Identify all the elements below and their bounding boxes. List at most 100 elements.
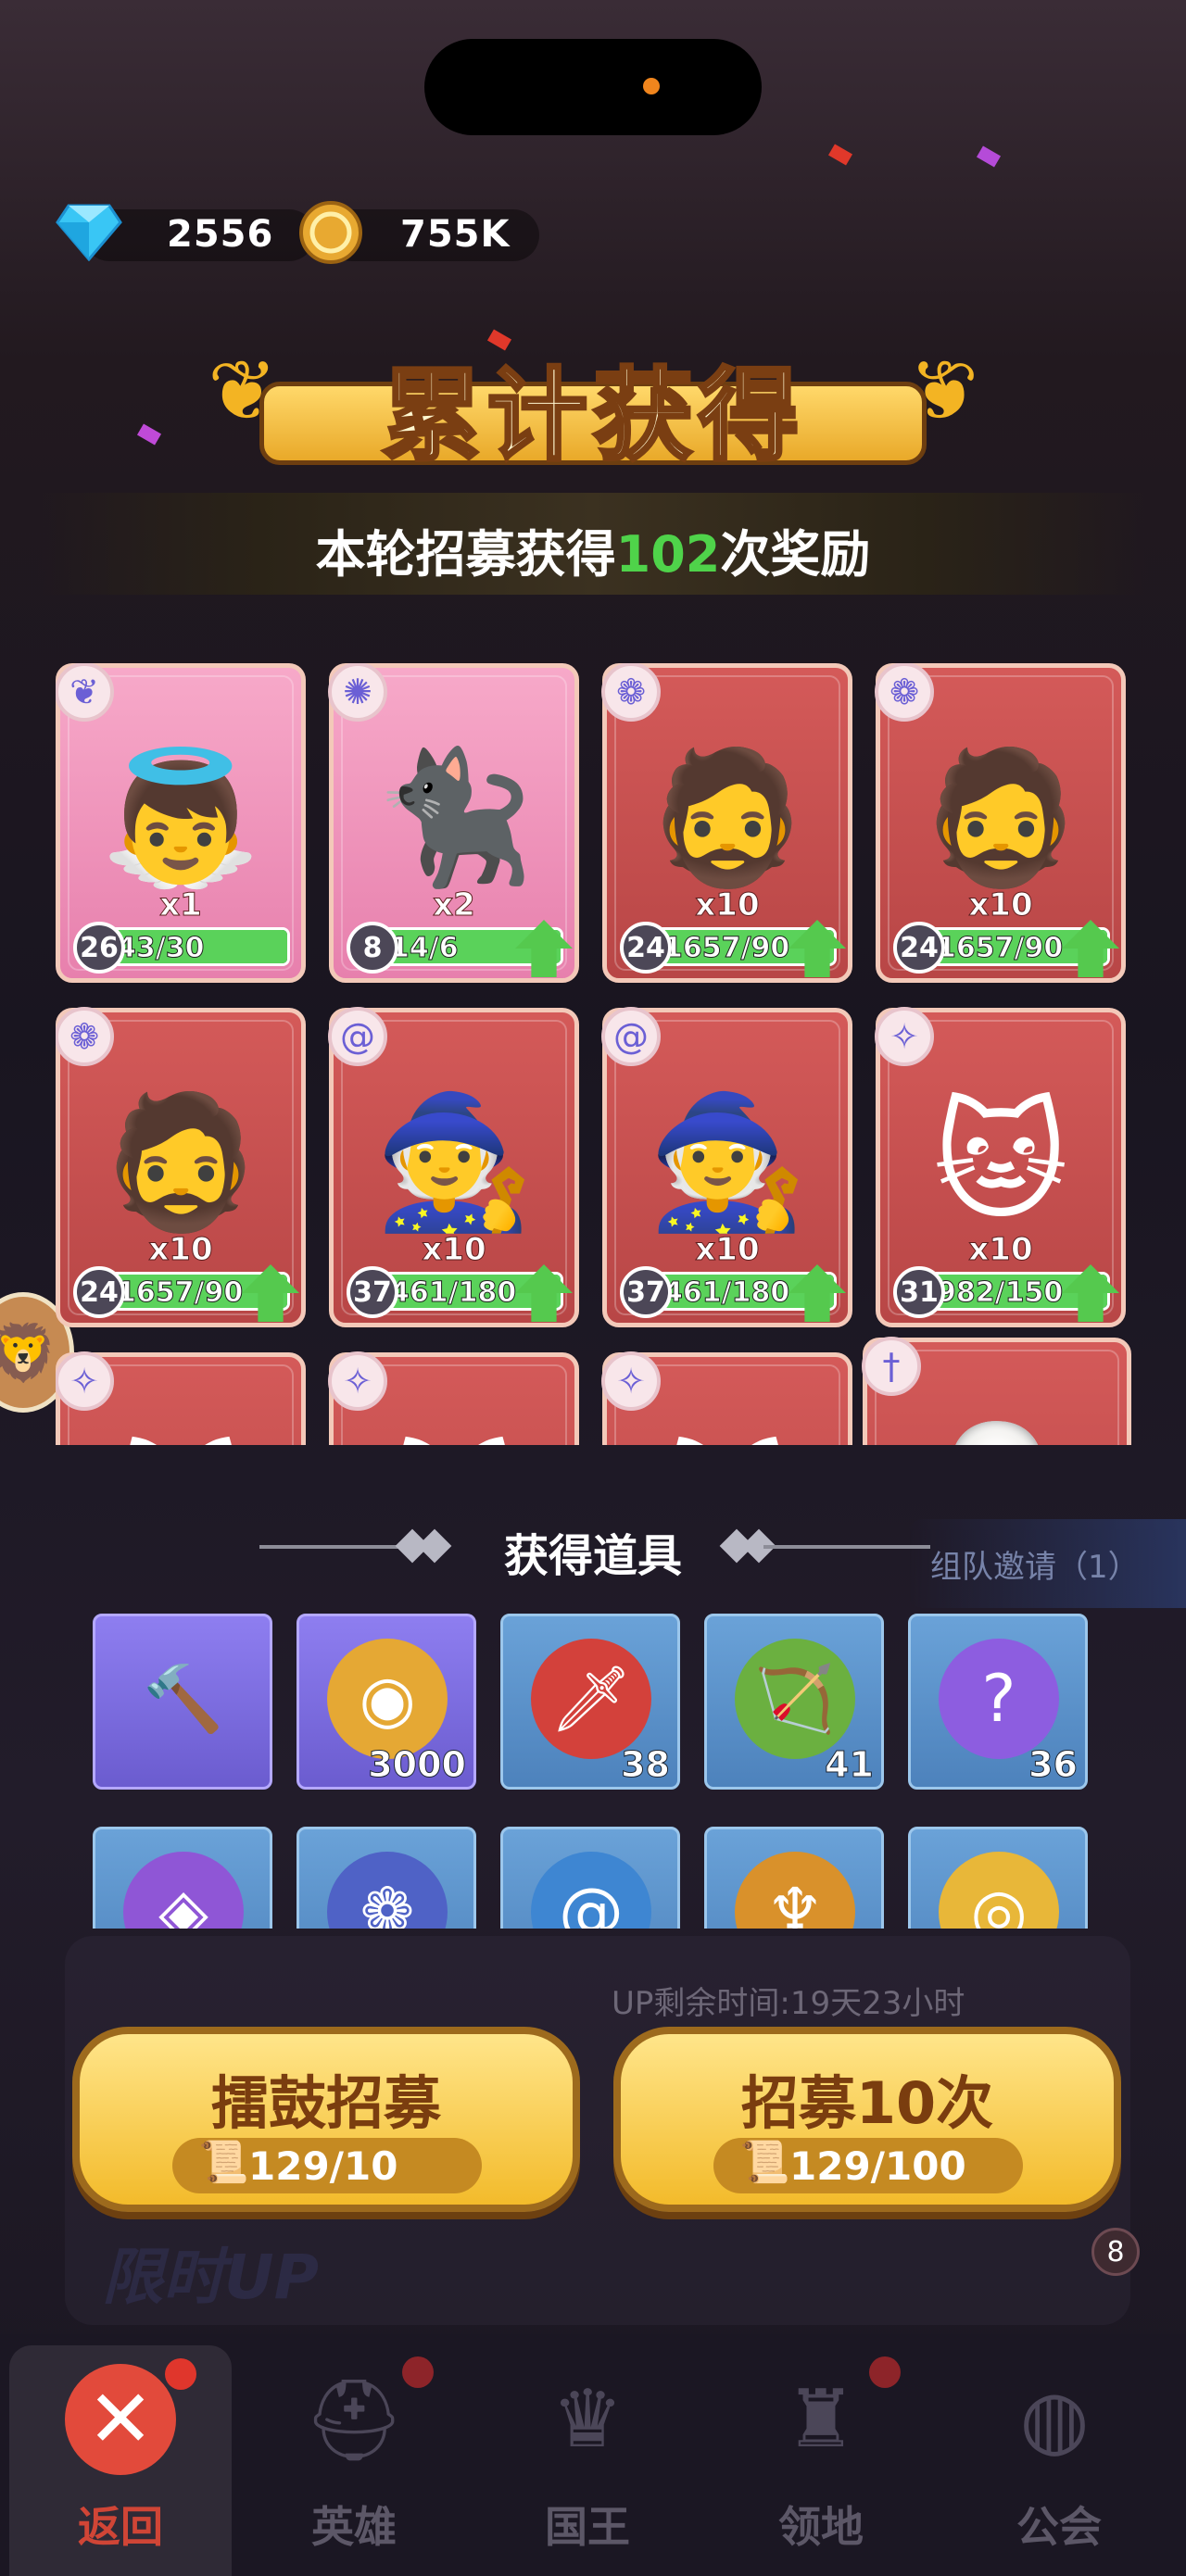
hero-level: 37 xyxy=(347,1266,398,1318)
nav-heroes[interactable]: ⛑ 英雄 xyxy=(243,2345,465,2576)
hero-card[interactable]: ❁ 🧔 x10 1657/90 24 xyxy=(56,1007,306,1327)
coin-orb-icon: ◎ xyxy=(939,1852,1059,1929)
hero-portrait: 🐱 xyxy=(660,1442,795,1445)
bow-emblem-icon: ✧ xyxy=(56,1351,114,1411)
hero-level: 24 xyxy=(620,922,672,974)
hero-level: 24 xyxy=(893,922,945,974)
hero-quantity: x10 xyxy=(695,1231,760,1269)
hero-portrait: 👼 xyxy=(99,742,262,894)
banner-title: 累计获得 xyxy=(380,357,804,476)
scroll-ticket-icon: 📜 xyxy=(739,2139,790,2186)
up-time-remaining: UP剩余时间:19天23小时 xyxy=(612,1985,965,2022)
scroll-ticket-icon: 📜 xyxy=(198,2139,249,2186)
crown-icon: ♛ xyxy=(551,2373,624,2466)
camera-notch xyxy=(424,39,762,135)
item-slot[interactable]: ♆ xyxy=(704,1827,884,1929)
item-slot[interactable]: ❁ xyxy=(296,1827,476,1929)
crest-orb-icon: ♆ xyxy=(735,1852,855,1929)
summary-prefix: 本轮招募获得 xyxy=(315,525,616,584)
hero-card[interactable]: ✺ 🐈‍⬛ x2 14/6 8 xyxy=(328,663,579,983)
item-slot[interactable]: ◉ 3000 xyxy=(296,1614,476,1790)
hero-portrait: 🧝 xyxy=(916,1427,1078,1445)
recruit-ten-button[interactable]: 招募10次 📜 129/100 xyxy=(613,2027,1121,2212)
item-slot[interactable]: ◎ xyxy=(908,1827,1088,1929)
bow-emblem-icon: ✧ xyxy=(875,1007,934,1066)
item-count: 38 xyxy=(621,1744,671,1786)
item-slot[interactable]: 🔨 xyxy=(93,1614,272,1790)
item-slot[interactable]: 🗡 38 xyxy=(500,1614,680,1790)
diamond-orb-icon: ◈ xyxy=(123,1852,244,1929)
hero-card[interactable]: ✧ 🐱 x10 982/150 31 xyxy=(875,1007,1126,1327)
recruit-ten-cost: 129/100 xyxy=(789,2143,966,2189)
hero-card[interactable]: ✧🐱 xyxy=(328,1351,579,1445)
item-slot[interactable]: ? 36 xyxy=(908,1614,1088,1790)
castle-icon: ♜ xyxy=(785,2373,857,2466)
hero-shard-text: 43/30 xyxy=(116,932,205,964)
hero-portrait: 🐱 xyxy=(933,1087,1068,1238)
limited-up-label: 限时UP xyxy=(102,2242,319,2313)
nav-back-label: 返回 xyxy=(78,2502,163,2552)
gem-counter[interactable]: 2556 xyxy=(56,196,315,272)
item-count: 3000 xyxy=(368,1744,467,1786)
hero-quantity: x2 xyxy=(433,886,476,924)
item-count: 41 xyxy=(825,1744,875,1786)
nav-territory-label: 领地 xyxy=(778,2502,864,2552)
close-icon: ✕ xyxy=(65,2364,176,2475)
hero-portrait: 🧔 xyxy=(99,1087,262,1238)
diamond-icon xyxy=(56,204,122,265)
bow-orb-icon: 🏹 xyxy=(735,1639,855,1759)
swirl-orb-icon: ? xyxy=(939,1639,1059,1759)
hero-level: 31 xyxy=(893,1266,945,1318)
star-eye-emblem-icon: ✺ xyxy=(328,663,387,722)
nav-king[interactable]: ♛ 国王 xyxy=(476,2345,699,2576)
gold-value: 755K xyxy=(400,213,511,256)
drum-recruit-label: 擂鼓招募 xyxy=(210,2069,441,2137)
nav-territory[interactable]: ♜ 领地 xyxy=(710,2345,932,2576)
hero-quantity: x10 xyxy=(968,886,1033,924)
hero-quantity: x10 xyxy=(148,1231,213,1269)
item-reward-grid: 🔨 ◉ 3000 🗡 38 🏹 41? 36 ◈ ❁ @ ♆ ◎ xyxy=(93,1614,1103,1929)
helmet-icon: ⛑ xyxy=(303,2373,405,2467)
gold-counter[interactable]: 755K xyxy=(298,196,539,272)
hero-card[interactable]: ❁ 🧔 x10 1657/90 24 xyxy=(601,663,852,983)
globe-icon: ◍ xyxy=(1019,2373,1090,2466)
hero-card[interactable]: ❦ 👼 x1 43/30 26 xyxy=(56,663,306,983)
recruit-ten-label: 招募10次 xyxy=(740,2069,994,2137)
laurel-emblem-icon: ❦ xyxy=(56,663,114,722)
drum-recruit-cost: 129/10 xyxy=(248,2143,398,2189)
hero-portrait: 🐱 xyxy=(113,1442,248,1445)
item-slot[interactable]: 🏹 41 xyxy=(704,1614,884,1790)
hero-shard-text: 982/150 xyxy=(936,1276,1064,1309)
drum-recruit-button[interactable]: 擂鼓招募 📜 129/10 xyxy=(72,2027,580,2212)
item-slot[interactable]: @ xyxy=(500,1827,680,1929)
hero-card[interactable]: ✧🐱 xyxy=(601,1351,852,1445)
hero-shard-text: 14/6 xyxy=(390,932,460,964)
hero-portrait: 🐈‍⬛ xyxy=(372,742,536,894)
hero-shard-text: 1657/90 xyxy=(662,932,790,964)
hero-quantity: x1 xyxy=(159,886,203,924)
hero-shard-text: 1657/90 xyxy=(936,932,1064,964)
nav-heroes-label: 英雄 xyxy=(311,2502,397,2552)
hero-quantity: x10 xyxy=(422,1231,486,1269)
items-section-header: 获得道具 xyxy=(0,1519,1186,1584)
paw-emblem-icon: ❁ xyxy=(875,663,934,722)
hero-card[interactable]: @ 🧙 x10 461/180 37 xyxy=(328,1007,579,1327)
paw-emblem-icon: ❁ xyxy=(56,1007,114,1066)
summary-suffix: 次奖励 xyxy=(720,525,871,584)
hero-quantity: x10 xyxy=(695,886,760,924)
hero-card[interactable]: ✧🐱 xyxy=(56,1351,306,1445)
hero-card[interactable]: ❁ 🧔 x10 1657/90 24 xyxy=(875,663,1126,983)
bow-emblem-icon: ✧ xyxy=(328,1351,387,1411)
hero-portrait: 🧙 xyxy=(372,1087,536,1238)
nav-guild[interactable]: ◍ 公会 xyxy=(943,2345,1175,2576)
swirl-emblem-icon: @ xyxy=(601,1007,661,1066)
nav-back[interactable]: ✕ 返回 xyxy=(9,2345,232,2576)
item-slot[interactable]: ◈ xyxy=(93,1827,272,1929)
paw-orb-icon: ❁ xyxy=(327,1852,448,1929)
hero-quantity: x10 xyxy=(968,1231,1033,1269)
hero-card[interactable]: †🧝 xyxy=(862,1337,1131,1445)
nav-guild-label: 公会 xyxy=(1016,2502,1102,2552)
hero-card[interactable]: @ 🧙 x10 461/180 37 xyxy=(601,1007,852,1327)
gem-value: 2556 xyxy=(167,213,274,256)
sword-orb-icon: 🗡 xyxy=(531,1639,651,1759)
